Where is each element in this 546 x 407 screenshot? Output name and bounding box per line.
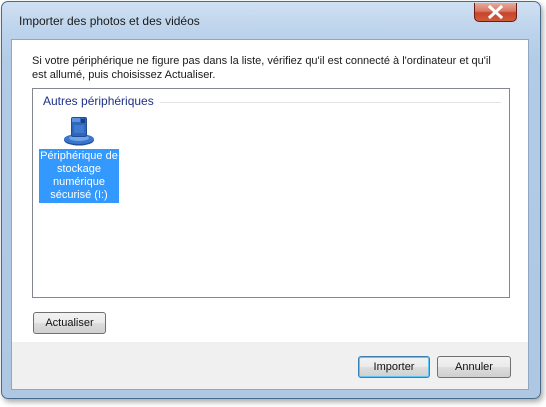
dialog-client-area: Si votre périphérique ne figure pas dans…	[11, 39, 529, 390]
device-item[interactable]: Périphérique de stockage numérique sécur…	[39, 111, 119, 203]
storage-device-icon	[64, 117, 94, 146]
title-bar[interactable]: Importer des photos et des vidéos	[2, 2, 540, 34]
import-button[interactable]: Importer	[358, 356, 430, 378]
instructions-text: Si votre périphérique ne figure pas dans…	[32, 55, 491, 81]
device-label: Périphérique de stockage numérique sécur…	[39, 149, 119, 203]
cancel-button[interactable]: Annuler	[437, 356, 511, 378]
close-icon	[487, 4, 504, 20]
window-title: Importer des photos et des vidéos	[19, 14, 200, 28]
refresh-button[interactable]: Actualiser	[33, 312, 106, 334]
group-divider	[159, 101, 501, 103]
dialog-content: Si votre périphérique ne figure pas dans…	[12, 40, 528, 342]
close-button[interactable]	[474, 3, 517, 22]
group-title: Autres périphériques	[43, 94, 154, 108]
device-list[interactable]: Autres périphériques Périphérique de sto…	[32, 88, 510, 298]
group-header: Autres périphériques	[43, 93, 501, 109]
import-dialog: Importer des photos et des vidéos Si vot…	[1, 1, 541, 399]
